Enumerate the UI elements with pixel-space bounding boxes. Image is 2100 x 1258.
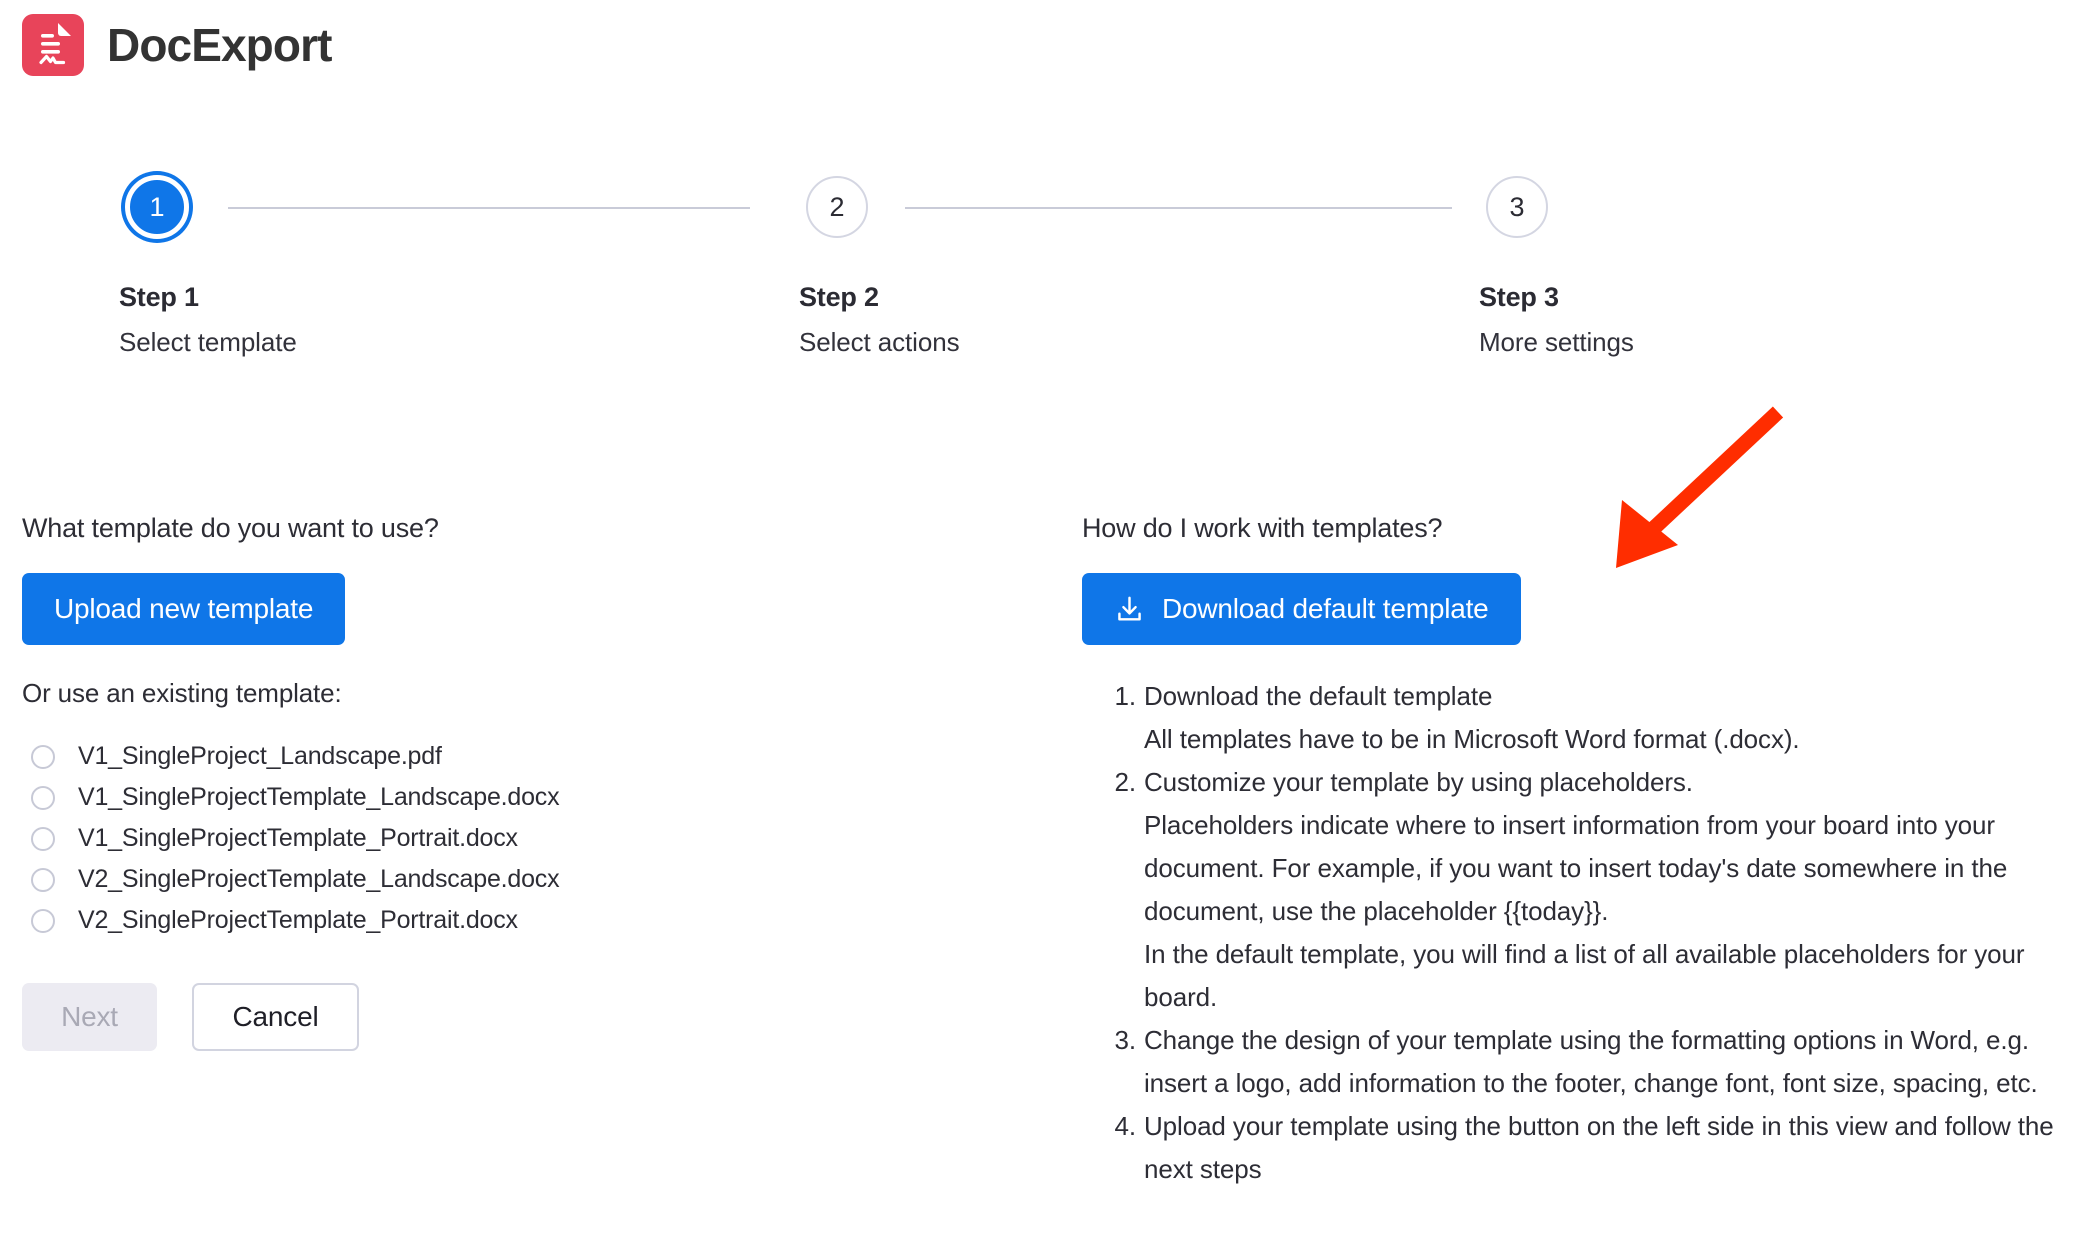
- template-question: What template do you want to use?: [22, 513, 439, 543]
- next-button[interactable]: Next: [22, 983, 157, 1052]
- instruction-item: Download the default template All templa…: [1104, 675, 2072, 761]
- app-header: DocExport: [22, 14, 332, 76]
- upload-new-template-button[interactable]: Upload new template: [22, 573, 346, 646]
- step-title-1: Step 1: [119, 282, 199, 312]
- template-radio-option[interactable]: V1_SingleProjectTemplate_Landscape.docx: [22, 777, 1042, 818]
- step-title-2: Step 2: [799, 282, 879, 312]
- step-label-1: Step 1 Select template: [119, 282, 297, 358]
- instruction-detail: Placeholders indicate where to insert in…: [1144, 810, 2008, 927]
- template-selection-panel: What template do you want to use? Upload…: [22, 512, 1042, 1052]
- step-number-3: 3: [1486, 176, 1548, 238]
- instruction-main: Change the design of your template using…: [1144, 1025, 2038, 1099]
- radio-icon[interactable]: [31, 744, 55, 769]
- template-radio-option[interactable]: V2_SingleProjectTemplate_Landscape.docx: [22, 859, 1042, 900]
- step-number-1: 1: [125, 175, 189, 239]
- wizard-actions: Next Cancel: [22, 983, 1042, 1052]
- template-radio-option[interactable]: V1_SingleProject_Landscape.pdf: [22, 736, 1042, 777]
- instruction-main: Upload your template using the button on…: [1144, 1111, 2054, 1185]
- instruction-item: Upload your template using the button on…: [1104, 1105, 2072, 1191]
- download-icon: [1118, 596, 1141, 621]
- help-question: How do I work with templates?: [1082, 513, 1443, 543]
- radio-icon[interactable]: [31, 785, 55, 810]
- template-name: V1_SingleProjectTemplate_Portrait.docx: [78, 824, 518, 853]
- instruction-detail: In the default template, you will find a…: [1144, 939, 2025, 1013]
- step-label-2: Step 2 Select actions: [799, 282, 960, 358]
- radio-icon[interactable]: [31, 908, 55, 933]
- cancel-button[interactable]: Cancel: [192, 983, 359, 1052]
- step-number-2: 2: [806, 176, 868, 238]
- step-connector-1-2: [228, 207, 750, 209]
- app-title: DocExport: [107, 19, 332, 71]
- download-default-template-button[interactable]: Download default template: [1082, 573, 1521, 646]
- instructions-list: Download the default template All templa…: [1082, 675, 2072, 1191]
- template-name: V1_SingleProjectTemplate_Landscape.docx: [78, 783, 560, 812]
- step-connector-2-3: [905, 207, 1452, 209]
- instruction-item: Change the design of your template using…: [1104, 1019, 2072, 1105]
- template-help-panel: How do I work with templates? Download d…: [1082, 512, 2072, 1207]
- stepper: 1 2 3 Step 1 Select template Step 2 Sele…: [0, 160, 2100, 370]
- template-name: V1_SingleProject_Landscape.pdf: [78, 742, 442, 771]
- template-radio-option[interactable]: V1_SingleProjectTemplate_Portrait.docx: [22, 818, 1042, 859]
- stepper-node-3[interactable]: 3: [1470, 160, 1564, 254]
- upload-button-label: Upload new template: [54, 593, 314, 625]
- stepper-node-2[interactable]: 2: [790, 160, 884, 254]
- template-name: V2_SingleProjectTemplate_Portrait.docx: [78, 906, 518, 935]
- step-label-3: Step 3 More settings: [1479, 282, 1634, 358]
- step-subtitle-2: Select actions: [799, 327, 960, 357]
- template-radio-list: V1_SingleProject_Landscape.pdf V1_Single…: [22, 736, 1042, 941]
- step-title-3: Step 3: [1479, 282, 1559, 312]
- download-button-label: Download default template: [1162, 593, 1489, 625]
- existing-template-label: Or use an existing template:: [22, 678, 342, 709]
- step-subtitle-3: More settings: [1479, 327, 1634, 357]
- radio-icon[interactable]: [31, 826, 55, 851]
- instruction-detail: All templates have to be in Microsoft Wo…: [1144, 724, 1800, 755]
- document-chart-icon: [39, 23, 71, 65]
- stepper-node-1[interactable]: 1: [110, 160, 204, 254]
- instruction-item: Customize your template by using placeho…: [1104, 761, 2072, 1019]
- radio-icon[interactable]: [31, 867, 55, 892]
- template-name: V2_SingleProjectTemplate_Landscape.docx: [78, 865, 560, 894]
- app-logo-icon: [22, 14, 84, 76]
- step-subtitle-1: Select template: [119, 327, 297, 357]
- template-radio-option[interactable]: V2_SingleProjectTemplate_Portrait.docx: [22, 900, 1042, 941]
- instruction-main: Download the default template: [1144, 681, 1493, 712]
- instruction-main: Customize your template by using placeho…: [1144, 767, 1693, 798]
